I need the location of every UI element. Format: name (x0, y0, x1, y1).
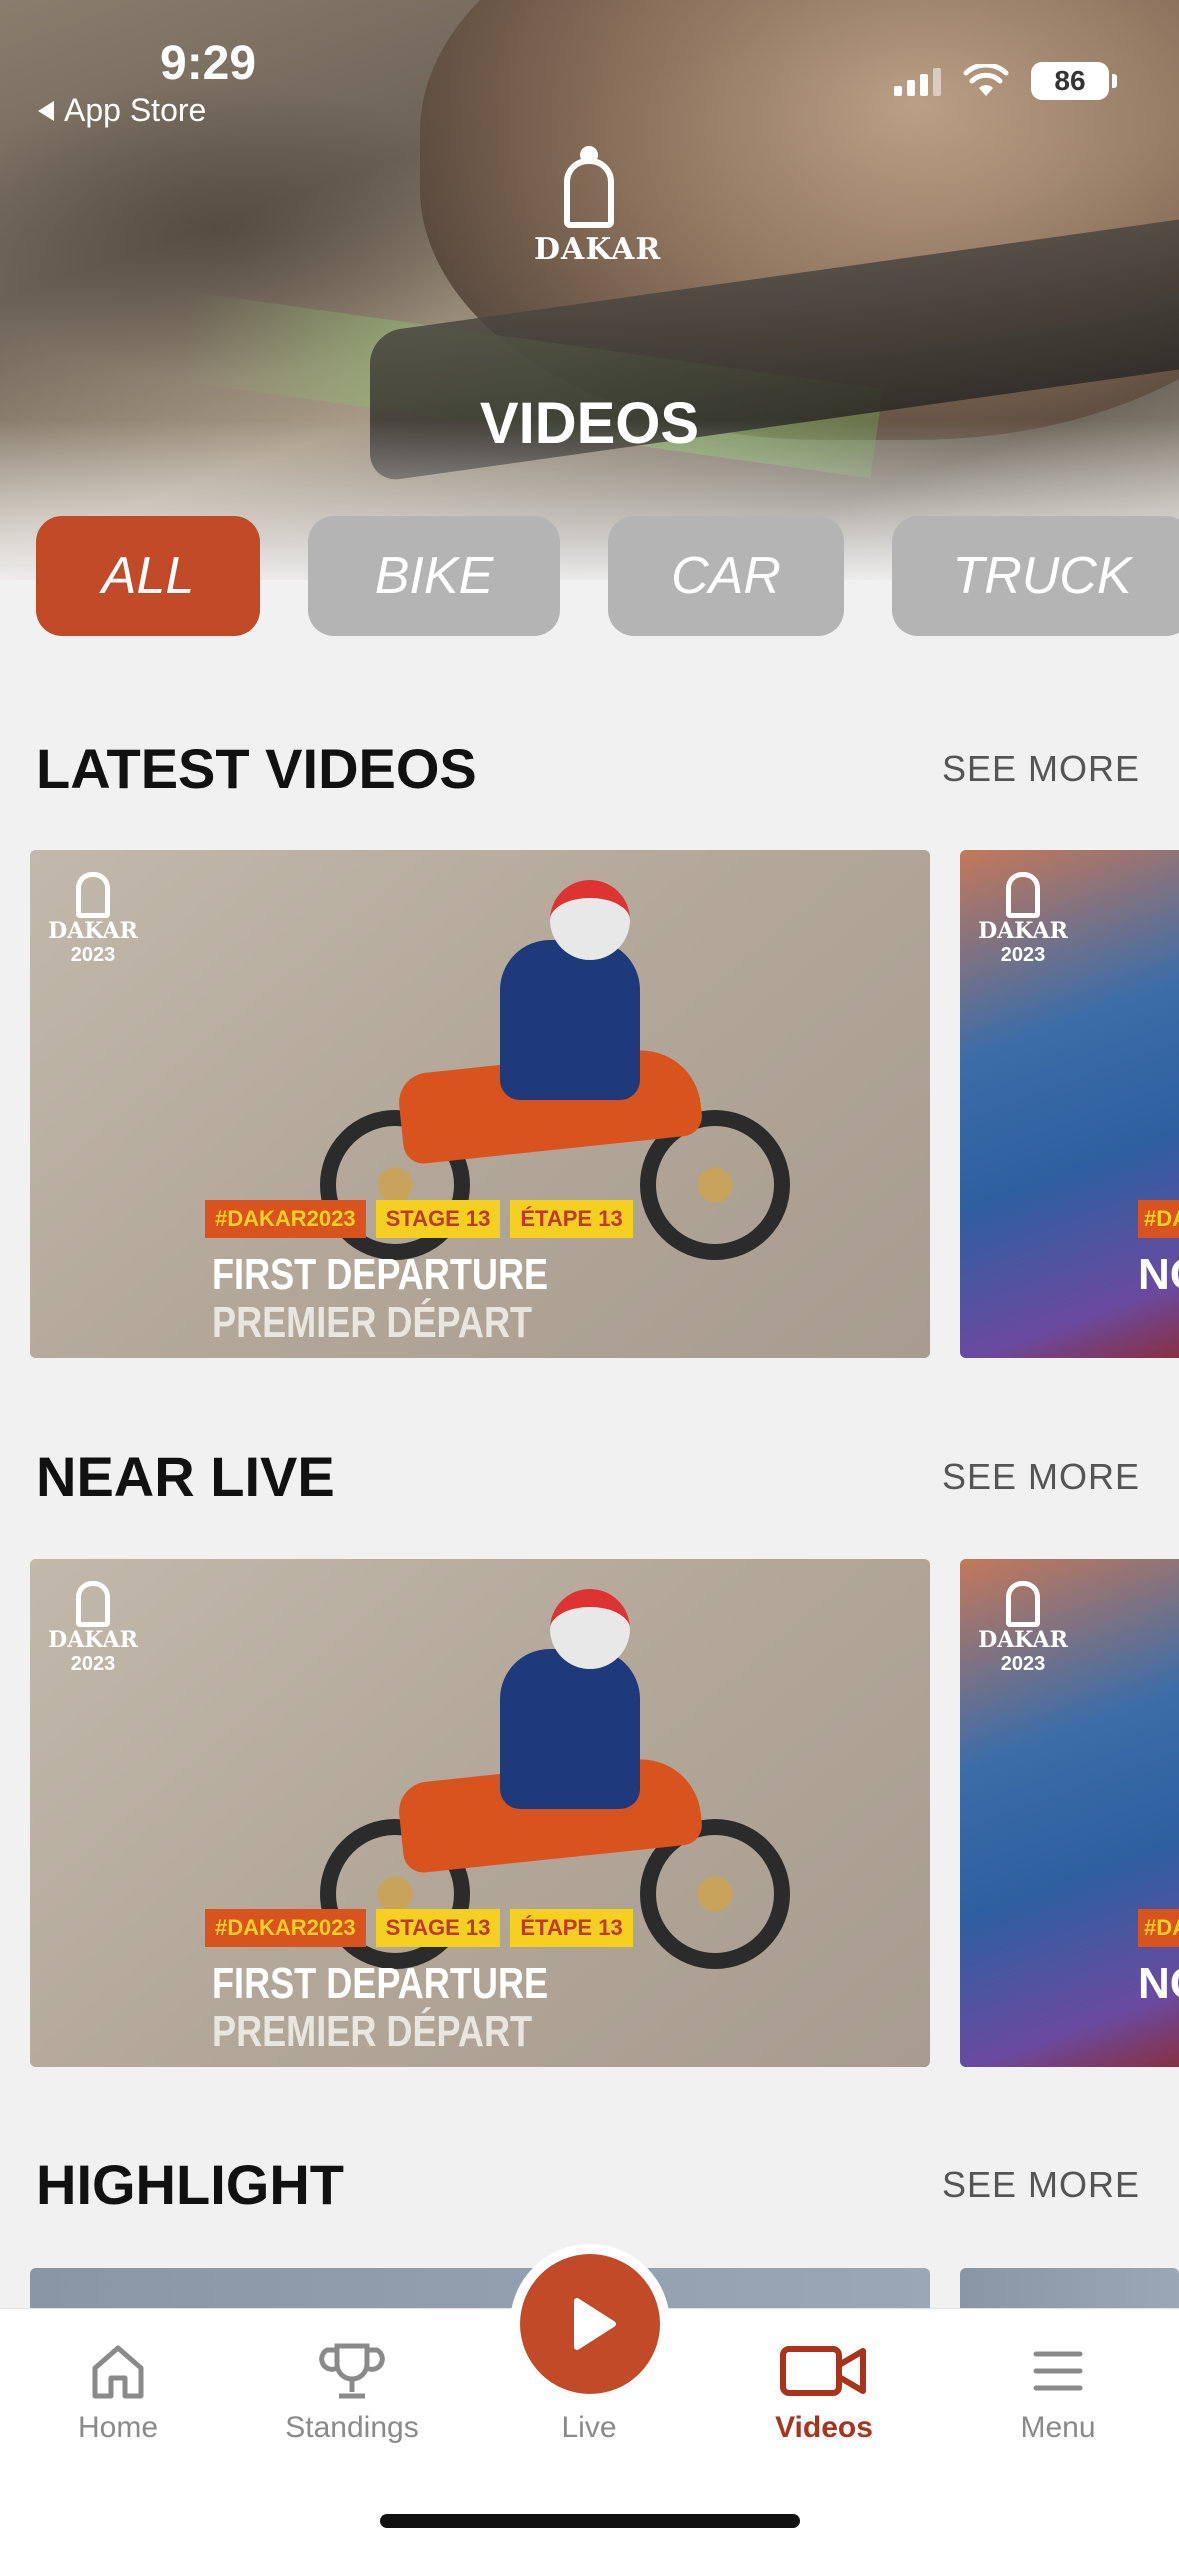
nav-label: Videos (775, 2411, 873, 2444)
tag-hashtag: #DAKAR2023 (205, 1200, 366, 1238)
filter-tab-car[interactable]: CAR (608, 516, 844, 636)
logo-text: DAKAR (978, 1627, 1068, 1653)
logo-year: 2023 (70, 1653, 116, 1675)
video-card[interactable]: DAKAR 2023 #DA NO (960, 850, 1179, 1358)
logo-year: 2023 (1000, 1653, 1046, 1675)
category-filter-tabs: ALL BIKE CAR TRUCK (36, 516, 1179, 636)
tag-hashtag: #DA (1138, 1909, 1179, 1947)
tag-hashtag: #DA (1138, 1200, 1179, 1238)
rider-helmet (550, 1589, 630, 1669)
tag-stage: STAGE 13 (375, 1200, 501, 1238)
video-card[interactable]: DAKAR 2023 #DAKAR2023 STAGE 13 ÉTAPE 13 … (30, 1559, 930, 2067)
nav-videos[interactable]: Videos (724, 2331, 924, 2445)
video-title: NO (1138, 1250, 1179, 1299)
filter-tab-truck[interactable]: TRUCK (892, 516, 1179, 636)
latest-videos-header: LATEST VIDEOS SEE MORE (36, 736, 1140, 801)
dakar-figure-icon (76, 872, 110, 918)
near-live-carousel[interactable]: DAKAR 2023 #DAKAR2023 STAGE 13 ÉTAPE 13 … (30, 1559, 1179, 2067)
dakar-2023-logo: DAKAR 2023 (978, 872, 1068, 967)
logo-year: 2023 (70, 944, 116, 966)
dakar-logo-figure-icon (564, 146, 614, 228)
trophy-icon (319, 2343, 385, 2399)
tag-etape: ÉTAPE 13 (510, 1200, 633, 1238)
see-more-highlight[interactable]: SEE MORE (942, 2164, 1140, 2206)
back-to-app-store[interactable]: App Store (38, 92, 206, 129)
video-tags: #DAKAR2023 STAGE 13 ÉTAPE 13 (205, 1200, 633, 1238)
logo-text: DAKAR (978, 918, 1068, 944)
nav-label: Home (77, 2411, 159, 2444)
dakar-2023-logo: DAKAR 2023 (48, 872, 138, 967)
dakar-logo-text: DAKAR (534, 232, 662, 267)
video-subtitle: PREMIER DÉPART (212, 2007, 533, 2056)
battery-indicator: 86 (1031, 62, 1117, 100)
video-subtitle: PREMIER DÉPART (212, 1298, 533, 1347)
status-indicators: 86 (894, 62, 1117, 100)
play-icon (574, 2298, 616, 2350)
filter-tab-all[interactable]: ALL (36, 516, 260, 636)
video-camera-icon (780, 2346, 866, 2396)
back-label: App Store (64, 92, 207, 128)
logo-text: DAKAR (48, 1627, 138, 1653)
nav-label: Live (561, 2411, 617, 2444)
rider-torso (500, 940, 640, 1100)
logo-text: DAKAR (48, 918, 138, 944)
cellular-signal-icon (894, 66, 941, 96)
video-title: FIRST DEPARTURE (212, 1250, 549, 1299)
status-time: 9:29 (160, 37, 257, 90)
dakar-logo: DAKAR (534, 146, 662, 298)
nav-menu[interactable]: Menu (958, 2331, 1158, 2445)
near-live-header: NEAR LIVE SEE MORE (36, 1444, 1140, 1509)
nav-label: Menu (1020, 2411, 1096, 2444)
dakar-2023-logo: DAKAR 2023 (48, 1581, 138, 1676)
live-play-button[interactable] (510, 2244, 670, 2404)
highlight-card-peek[interactable] (960, 2268, 1179, 2308)
tag-stage: STAGE 13 (375, 1909, 501, 1947)
dakar-2023-logo: DAKAR 2023 (978, 1581, 1068, 1676)
video-title: NO (1138, 1959, 1179, 2008)
page-title: VIDEOS (479, 391, 700, 456)
video-tags: #DAKAR2023 STAGE 13 ÉTAPE 13 (205, 1909, 633, 1947)
section-title: NEAR LIVE (36, 1445, 335, 1508)
back-arrow-icon (38, 100, 54, 121)
nav-standings[interactable]: Standings (252, 2331, 452, 2445)
see-more-latest-videos[interactable]: SEE MORE (942, 748, 1140, 790)
see-more-near-live[interactable]: SEE MORE (942, 1456, 1140, 1498)
wifi-icon (963, 64, 1009, 96)
filter-tab-bike[interactable]: BIKE (308, 516, 560, 636)
latest-videos-carousel[interactable]: DAKAR 2023 #DAKAR2023 STAGE 13 ÉTAPE 13 … (30, 850, 1179, 1358)
home-indicator[interactable] (380, 2514, 800, 2528)
highlight-card-peek[interactable] (30, 2268, 930, 2308)
dakar-figure-icon (76, 1581, 110, 1627)
tag-etape: ÉTAPE 13 (510, 1909, 633, 1947)
nav-home[interactable]: Home (18, 2331, 218, 2445)
section-title: LATEST VIDEOS (36, 737, 477, 800)
home-icon (92, 2345, 144, 2399)
video-title: FIRST DEPARTURE (212, 1959, 549, 2008)
menu-icon (1033, 2351, 1083, 2391)
video-card[interactable]: DAKAR 2023 #DAKAR2023 STAGE 13 ÉTAPE 13 … (30, 850, 930, 1358)
section-title: HIGHLIGHT (36, 2153, 344, 2216)
highlight-header: HIGHLIGHT SEE MORE (36, 2152, 1140, 2217)
nav-label: Standings (285, 2411, 419, 2444)
dakar-figure-icon (1006, 1581, 1040, 1627)
dakar-figure-icon (1006, 872, 1040, 918)
rider-torso (500, 1649, 640, 1809)
video-card[interactable]: DAKAR 2023 #DA NO (960, 1559, 1179, 2067)
logo-year: 2023 (1000, 944, 1046, 966)
tag-hashtag: #DAKAR2023 (205, 1909, 366, 1947)
rider-helmet (550, 880, 630, 960)
